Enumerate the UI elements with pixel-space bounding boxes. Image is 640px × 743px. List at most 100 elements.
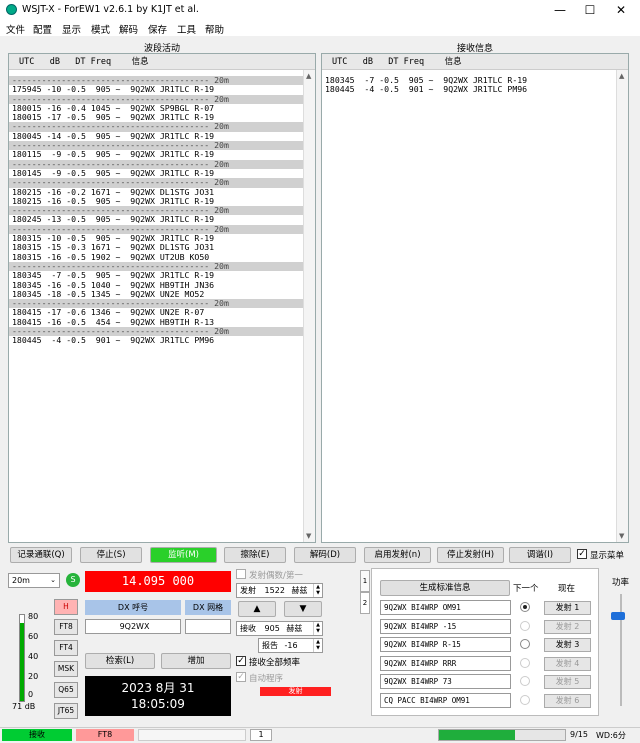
menu-config[interactable]: 配置 xyxy=(33,22,52,36)
status-submode: FT8 xyxy=(76,729,134,741)
status-message xyxy=(138,729,246,741)
report-spinbox[interactable]: 报告 -16 ▲ ▼ xyxy=(258,638,323,653)
stop-button[interactable]: 停止(S) xyxy=(80,547,142,563)
tx-now-button-2[interactable]: 发射 2 xyxy=(544,619,591,634)
meter-fill xyxy=(20,623,24,701)
enable-tx-button[interactable]: 启用发射(n) xyxy=(364,547,431,563)
erase-button[interactable]: 擦除(E) xyxy=(224,547,286,563)
scroll-up-icon[interactable]: ▲ xyxy=(306,72,311,80)
meter-tick-40: 40 xyxy=(28,652,39,661)
power-label: 功率 xyxy=(612,578,630,588)
rx-frequency-pane[interactable]: UTC dB DT Freq 信息 180345 -7 -0.5 905 ~ 9… xyxy=(321,53,629,543)
mode-button-ft4[interactable]: FT4 xyxy=(54,640,78,656)
tx-now-button-5[interactable]: 发射 5 xyxy=(544,675,591,690)
mode-button-q65[interactable]: Q65 xyxy=(54,682,78,698)
next-message-radio-1[interactable] xyxy=(520,602,530,612)
menu-tools[interactable]: 工具 xyxy=(177,22,196,36)
tx-now-button-6[interactable]: 发射 6 xyxy=(544,694,591,708)
power-slider-track[interactable] xyxy=(620,594,622,706)
utc-clock: 2023 8月 31 18:05:09 xyxy=(85,676,231,716)
power-slider-handle[interactable] xyxy=(611,612,625,620)
band-activity-pane[interactable]: UTC dB DT Freq 信息 ----------------------… xyxy=(8,53,316,543)
clock-time: 18:05:09 xyxy=(131,697,185,711)
band-select[interactable]: 20m ⌄ xyxy=(8,573,60,588)
monitor-button[interactable]: 监听(M) xyxy=(150,547,217,563)
band-activity-scrollbar[interactable]: ▲ ▼ xyxy=(303,70,315,542)
call-first-checkbox[interactable]: ✓ xyxy=(236,656,246,666)
status-count: 9/15 xyxy=(570,730,588,739)
close-button[interactable]: ✕ xyxy=(606,2,636,18)
rx-frequency-spinbox[interactable]: 接收 905 赫兹 ▲ ▼ xyxy=(236,621,323,636)
chevron-down-icon: ⌄ xyxy=(50,576,56,584)
report-prefix: 报告 xyxy=(262,641,278,650)
rx-frequency-header: UTC dB DT Freq 信息 xyxy=(322,54,628,70)
next-message-radio-4[interactable] xyxy=(520,657,530,668)
mode-button-jt65[interactable]: JT65 xyxy=(54,703,78,719)
tx-now-button-4[interactable]: 发射 4 xyxy=(544,656,591,671)
auto-seq-checkbox[interactable]: ✓ xyxy=(236,672,246,682)
tx-even-checkbox[interactable] xyxy=(236,569,246,579)
spin-arrows-icon[interactable]: ▲ ▼ xyxy=(313,639,322,652)
tune-button[interactable]: 调谐(I) xyxy=(509,547,571,563)
decode-line[interactable]: 180445 -4 -0.5 901 ~ 9Q2WX JR1TLC PM96 xyxy=(9,336,303,346)
log-qso-button[interactable]: 记录通联(Q) xyxy=(10,547,72,563)
spin-arrows-icon[interactable]: ▲ ▼ xyxy=(313,584,322,597)
mode-button-ft8[interactable]: FT8 xyxy=(54,619,78,635)
menu-file[interactable]: 文件 xyxy=(6,22,25,36)
signal-meter: 80 60 40 20 0 71 dB xyxy=(10,602,50,712)
auto-seq-label: 自动程序 xyxy=(249,674,284,684)
next-message-radio-6[interactable] xyxy=(520,695,530,705)
tx-progress-fill xyxy=(439,730,515,740)
menu-mode[interactable]: 模式 xyxy=(91,22,110,36)
dx-call-input[interactable]: 9Q2WX xyxy=(85,619,181,634)
minimize-button[interactable]: — xyxy=(545,2,575,18)
decode-line[interactable]: 180445 -4 -0.5 901 ~ 9Q2WX JR1TLC PM96 xyxy=(322,84,616,94)
scroll-up-icon[interactable]: ▲ xyxy=(619,72,624,80)
rx-to-tx-button[interactable]: ▼ xyxy=(284,601,322,617)
tx-freq-unit: 赫兹 xyxy=(291,586,308,595)
show-menus-checkbox[interactable]: ✓ xyxy=(577,549,587,559)
add-button[interactable]: 增加 xyxy=(161,653,231,669)
decode-button[interactable]: 解码(D) xyxy=(294,547,356,563)
tab-1[interactable]: 1 xyxy=(360,570,370,592)
menu-save[interactable]: 保存 xyxy=(148,22,167,36)
menu-help[interactable]: 帮助 xyxy=(205,22,224,36)
mode-button-h[interactable]: H xyxy=(54,599,78,615)
cat-status-icon[interactable]: S xyxy=(66,573,80,587)
rx-frequency-list: 180345 -7 -0.5 905 ~ 9Q2WX JR1TLC R-19 18… xyxy=(322,75,616,95)
tx-message-field-1[interactable]: 9Q2WX BI4WRP OM91 xyxy=(380,600,511,615)
tx-message-field-3[interactable]: 9Q2WX BI4WRP R-15 xyxy=(380,637,511,653)
mode-button-msk[interactable]: MSK xyxy=(54,661,78,677)
tab-2[interactable]: 2 xyxy=(360,592,370,614)
rx-freq-unit: 赫兹 xyxy=(286,624,303,633)
scroll-down-icon[interactable]: ▼ xyxy=(306,532,311,540)
next-message-radio-2[interactable] xyxy=(520,620,530,631)
dx-grid-input[interactable] xyxy=(185,619,231,634)
menu-view[interactable]: 显示 xyxy=(62,22,81,36)
tx-frequency-spinbox[interactable]: 发射 1522 赫兹 ▲ ▼ xyxy=(236,583,323,598)
spin-arrows-icon[interactable]: ▲ ▼ xyxy=(313,622,322,635)
tx-to-rx-button[interactable]: ▲ xyxy=(238,601,276,617)
maximize-button[interactable]: ☐ xyxy=(575,2,605,18)
tx-message-field-6[interactable]: CQ PACC BI4WRP OM91 xyxy=(380,693,511,708)
tx-now-button-3[interactable]: 发射 3 xyxy=(544,638,591,653)
meter-tick-80: 80 xyxy=(28,612,39,621)
tx-message-field-4[interactable]: 9Q2WX BI4WRP RRR xyxy=(380,655,511,671)
meter-tick-0: 0 xyxy=(28,690,34,699)
lookup-button[interactable]: 检索(L) xyxy=(85,653,155,669)
rx-freq-value: 905 xyxy=(264,624,280,633)
tx-message-field-2[interactable]: 9Q2WX BI4WRP -15 xyxy=(380,618,511,634)
scroll-down-icon[interactable]: ▼ xyxy=(619,532,624,540)
dx-grid-label: DX 网格 xyxy=(185,600,231,615)
tx-now-button-1[interactable]: 发射 1 xyxy=(544,601,591,615)
menu-decode[interactable]: 解码 xyxy=(119,22,138,36)
meter-tick-20: 20 xyxy=(28,672,39,681)
rx-frequency-scrollbar[interactable]: ▲ ▼ xyxy=(616,70,628,542)
halt-tx-button[interactable]: 停止发射(H) xyxy=(437,547,504,563)
now-label: 现在 xyxy=(558,584,576,594)
generate-messages-button[interactable]: 生成标准信息 xyxy=(380,580,510,596)
dx-call-label: DX 呼号 xyxy=(85,600,181,615)
show-menus-label: 显示菜单 xyxy=(590,551,625,561)
report-value: -16 xyxy=(284,641,298,650)
tx-message-field-5[interactable]: 9Q2WX BI4WRP 73 xyxy=(380,674,511,690)
